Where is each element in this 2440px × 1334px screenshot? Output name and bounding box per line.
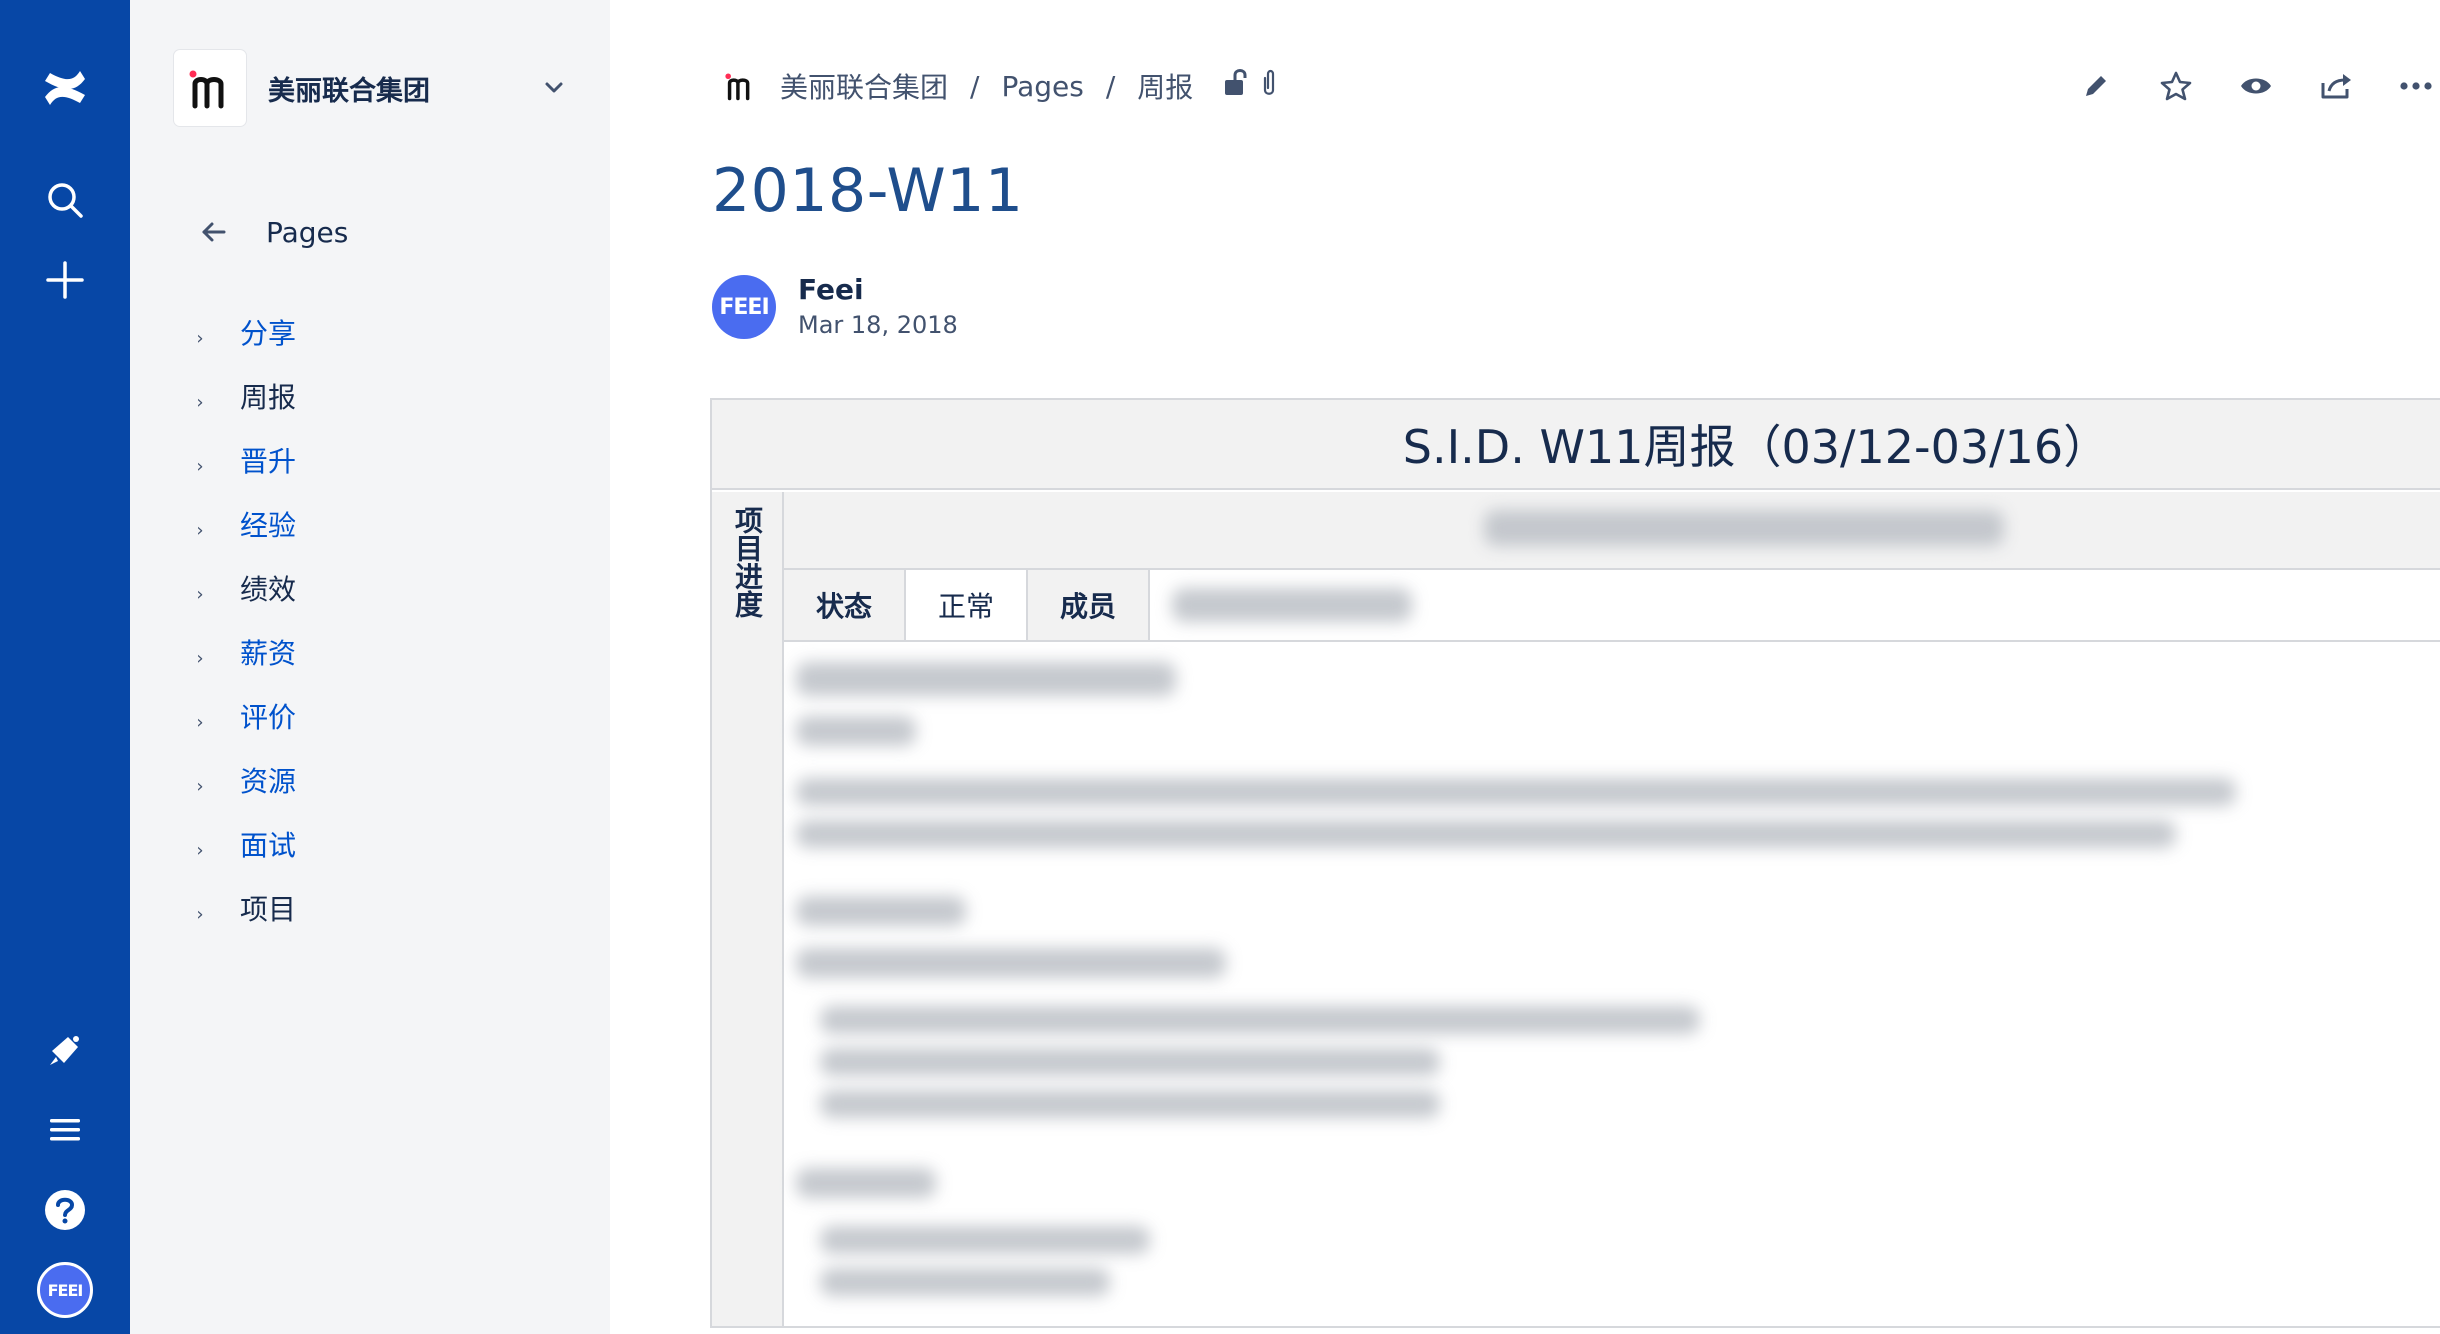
author-name[interactable]: Feei xyxy=(798,272,958,308)
weekly-report-table: S.I.D. W11周报（03/12-03/16） 项目进度 状态 正常 成员 xyxy=(710,398,2440,1328)
unlock-icon[interactable] xyxy=(1223,68,1249,105)
chevron-right-icon[interactable]: › xyxy=(184,584,216,605)
author-avatar[interactable]: FEEI xyxy=(712,275,776,339)
help-icon[interactable] xyxy=(25,1170,105,1250)
tree-item[interactable]: › 晋升 xyxy=(184,428,584,492)
main-content: 美丽联合集团 / Pages / 周报 2018-W11 FEEI Feei M… xyxy=(610,0,2440,1334)
chevron-right-icon[interactable]: › xyxy=(184,456,216,477)
byline: FEEI Feei Mar 18, 2018 xyxy=(712,272,958,342)
chevron-right-icon[interactable]: › xyxy=(184,520,216,541)
chevron-right-icon[interactable]: › xyxy=(184,328,216,349)
hamburger-icon[interactable] xyxy=(25,1090,105,1170)
tree-item[interactable]: › 绩效 xyxy=(184,556,584,620)
redacted-text xyxy=(796,1168,936,1198)
tree-item-label[interactable]: 经验 xyxy=(240,504,296,544)
paperclip-icon[interactable] xyxy=(1259,68,1279,105)
mogujie-logo-icon xyxy=(189,70,224,109)
tree-item[interactable]: › 分享 xyxy=(184,300,584,364)
redacted-text xyxy=(820,1048,1440,1076)
chevron-right-icon[interactable]: › xyxy=(184,648,216,669)
back-label: Pages xyxy=(266,215,349,249)
redacted-text xyxy=(796,820,2176,848)
redacted-text xyxy=(796,896,966,926)
status-value: 正常 xyxy=(906,570,1028,640)
tree-item-label[interactable]: 绩效 xyxy=(240,568,296,608)
space-logo xyxy=(174,50,246,126)
tree-item-label[interactable]: 项目 xyxy=(240,888,296,928)
redacted-text xyxy=(820,1268,1110,1296)
breadcrumb-pages[interactable]: Pages xyxy=(1001,70,1083,103)
redacted-text xyxy=(1484,510,2004,546)
space-header[interactable]: 美丽联合集团 xyxy=(174,48,574,128)
share-icon[interactable] xyxy=(2312,62,2360,110)
page-title: 2018-W11 xyxy=(712,156,1024,226)
tree-item-label[interactable]: 资源 xyxy=(240,760,296,800)
project-summary-row xyxy=(784,492,2440,570)
redacted-text xyxy=(820,1090,1440,1118)
tree-item[interactable]: › 项目 xyxy=(184,876,584,940)
members-key: 成员 xyxy=(1028,570,1150,640)
status-row: 状态 正常 成员 xyxy=(784,570,2440,642)
confluence-logo-icon[interactable] xyxy=(25,48,105,128)
chevron-right-icon[interactable]: › xyxy=(184,392,216,413)
mogujie-logo-icon xyxy=(720,66,760,106)
breadcrumb-separator: / xyxy=(970,69,980,103)
chevron-right-icon[interactable]: › xyxy=(184,904,216,925)
tree-item-label[interactable]: 周报 xyxy=(240,376,296,416)
back-to-pages[interactable]: Pages xyxy=(194,208,348,256)
pencil-icon[interactable] xyxy=(2072,62,2120,110)
arrow-left-icon xyxy=(194,212,234,252)
tree-item[interactable]: › 周报 xyxy=(184,364,584,428)
side-label: 项目进度 xyxy=(731,506,764,618)
chevron-right-icon[interactable]: › xyxy=(184,712,216,733)
chevron-right-icon[interactable]: › xyxy=(184,776,216,797)
breadcrumb-space[interactable]: 美丽联合集团 xyxy=(780,66,948,106)
redacted-text xyxy=(796,662,1176,696)
report-title: S.I.D. W11周报（03/12-03/16） xyxy=(712,400,2440,490)
side-header-cell: 项目进度 xyxy=(712,492,784,1326)
tree-item[interactable]: › 经验 xyxy=(184,492,584,556)
tree-item-label[interactable]: 薪资 xyxy=(240,632,296,672)
breadcrumb: 美丽联合集团 / Pages / 周报 xyxy=(720,64,1279,108)
status-key: 状态 xyxy=(784,570,906,640)
redacted-text xyxy=(820,1006,1700,1034)
search-icon[interactable] xyxy=(25,160,105,240)
tree-item-label[interactable]: 晋升 xyxy=(240,440,296,480)
breadcrumb-current[interactable]: 周报 xyxy=(1137,66,1193,106)
breadcrumb-separator: / xyxy=(1105,69,1116,103)
star-icon[interactable] xyxy=(2152,62,2200,110)
members-value xyxy=(1150,570,1520,640)
redacted-text xyxy=(796,716,916,746)
chevron-down-icon[interactable] xyxy=(534,68,574,108)
tree-item[interactable]: › 资源 xyxy=(184,748,584,812)
tree-item[interactable]: › 面试 xyxy=(184,812,584,876)
tree-item[interactable]: › 薪资 xyxy=(184,620,584,684)
chevron-right-icon[interactable]: › xyxy=(184,840,216,861)
page-tree: › 分享 › 周报 › 晋升 › 经验 › 绩效 › 薪资 › 评价 › 资源 › 面试 › 项目 xyxy=(184,300,584,940)
plus-icon[interactable] xyxy=(25,240,105,320)
megaphone-icon[interactable] xyxy=(25,1010,105,1090)
report-details xyxy=(784,642,2440,1326)
tree-item-label[interactable]: 分享 xyxy=(240,312,296,352)
redacted-text xyxy=(820,1226,1150,1254)
space-sidebar: 美丽联合集团 Pages › 分享 › 周报 › 晋升 › 经验 › 绩效 › 薪资 › 评价… xyxy=(130,0,610,1334)
tree-item[interactable]: › 评价 xyxy=(184,684,584,748)
tree-item-label[interactable]: 评价 xyxy=(240,696,296,736)
profile-avatar[interactable]: FEEI xyxy=(25,1250,105,1330)
redacted-text xyxy=(796,948,1226,978)
post-date: Mar 18, 2018 xyxy=(798,311,958,339)
global-nav: FEEI xyxy=(0,0,130,1334)
space-name: 美丽联合集团 xyxy=(268,75,430,107)
avatar-text: FEEI xyxy=(37,1262,93,1318)
tree-item-label[interactable]: 面试 xyxy=(240,824,296,864)
more-options-icon[interactable] xyxy=(2392,62,2440,110)
redacted-text xyxy=(1172,588,1412,622)
eye-icon[interactable] xyxy=(2232,62,2280,110)
redacted-text xyxy=(796,778,2236,806)
page-actions xyxy=(2040,62,2440,110)
